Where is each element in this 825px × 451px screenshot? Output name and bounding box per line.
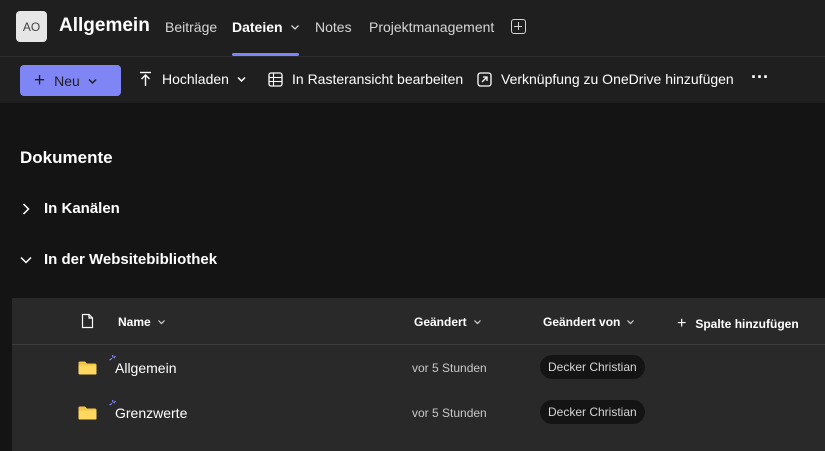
folder-icon [78,406,97,420]
new-button[interactable]: + Neu [20,65,121,96]
team-avatar[interactable]: AO [16,11,47,42]
tab-projektmanagement[interactable]: Projektmanagement [369,19,494,35]
channel-header: AO Allgemein Beiträge Dateien Notes Proj… [0,0,825,57]
page-title: Dokumente [20,148,113,167]
document-table: Name Geändert Geändert von + Spalte hinz… [12,298,825,451]
add-tab-icon[interactable] [511,19,526,34]
active-tab-indicator [232,53,299,56]
file-icon[interactable] [81,313,94,329]
folder-icon [78,361,97,375]
table-row[interactable]: Grenzwerte vor 5 Stunden Decker Christia… [12,390,825,435]
plus-icon: + [677,315,687,332]
command-bar: + Neu Hochladen In Rasteransicht bearbei… [0,57,825,103]
tab-beitraege[interactable]: Beiträge [165,19,217,35]
column-modified[interactable]: Geändert [414,315,482,329]
modified-by-badge[interactable]: Decker Christian [540,400,645,424]
modified-value: vor 5 Stunden [412,406,487,420]
table-header: Name Geändert Geändert von + Spalte hinz… [12,298,825,345]
section-label: In der Websitebibliothek [44,251,218,268]
plus-icon: + [34,70,46,91]
more-icon[interactable]: ··· [751,67,769,88]
chevron-down-icon [291,25,300,30]
tab-notes[interactable]: Notes [315,19,352,35]
grid-edit-button[interactable]: In Rasteransicht bearbeiten [268,71,463,87]
chevron-down-icon [473,320,481,325]
add-column-label: Spalte hinzufügen [695,317,799,331]
chevron-down-icon [237,76,246,83]
onedrive-shortcut-label: Verknüpfung zu OneDrive hinzufügen [501,71,734,87]
section-label: In Kanälen [44,200,120,217]
column-modified-by-label: Geändert von [543,315,621,329]
table-row[interactable]: Allgemein vor 5 Stunden Decker Christian [12,345,825,390]
column-modified-by[interactable]: Geändert von [543,315,635,329]
modified-value: vor 5 Stunden [412,361,487,375]
add-column-button[interactable]: + Spalte hinzufügen [677,315,799,333]
section-site-library[interactable]: In der Websitebibliothek [20,251,217,268]
upload-label: Hochladen [162,71,229,87]
chevron-right-icon [22,202,30,215]
column-name-label: Name [118,315,151,329]
chevron-down-icon [88,78,97,84]
tab-dateien[interactable]: Dateien [232,19,300,35]
item-name-link[interactable]: Allgemein [115,360,176,376]
grid-icon [268,71,283,87]
column-name[interactable]: Name [118,315,166,329]
tab-dateien-label: Dateien [232,19,283,35]
channel-title: Allgemein [59,15,150,36]
upload-button[interactable]: Hochladen [138,71,256,87]
chevron-down-icon [627,320,635,325]
chevron-down-icon [20,256,32,264]
onedrive-shortcut-button[interactable]: Verknüpfung zu OneDrive hinzufügen [477,71,734,87]
grid-edit-label: In Rasteransicht bearbeiten [292,71,464,87]
chevron-down-icon [157,320,165,325]
section-in-channels[interactable]: In Kanälen [20,200,120,217]
upload-icon [140,71,151,86]
item-name-link[interactable]: Grenzwerte [115,405,187,421]
shortcut-icon [477,71,492,87]
modified-by-badge[interactable]: Decker Christian [540,355,645,379]
column-modified-label: Geändert [414,315,467,329]
new-button-label: Neu [54,72,80,89]
